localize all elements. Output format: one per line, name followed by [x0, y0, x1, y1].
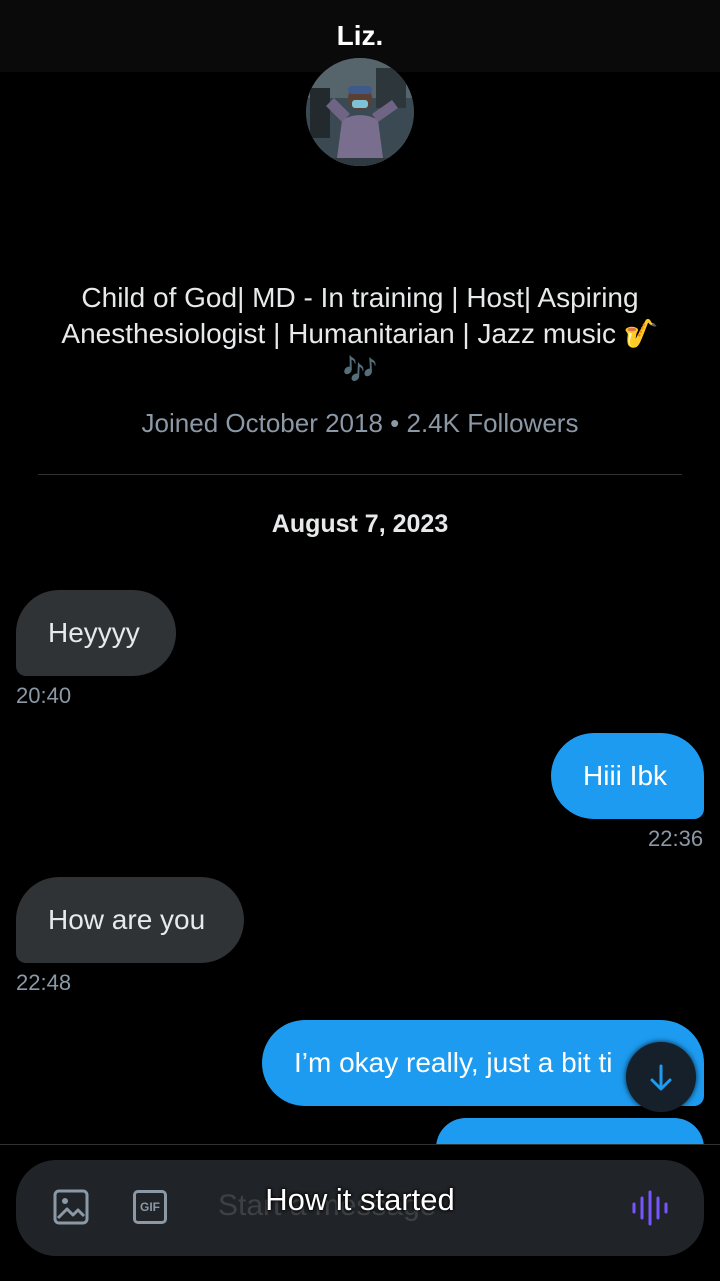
- profile-meta: Joined October 2018 • 2.4K Followers: [141, 408, 579, 438]
- message-bubble-incoming[interactable]: How are you: [16, 877, 244, 963]
- message-text: I’m okay really, just a bit ti: [294, 1047, 613, 1078]
- arrow-down-icon: [650, 1064, 672, 1091]
- bio-line-3: 🎶: [40, 352, 680, 388]
- music-notes-icon: 🎶: [342, 353, 378, 386]
- bio-line-1: Child of God| MD - In training | Host| A…: [81, 282, 639, 313]
- divider: [38, 474, 682, 475]
- message-timestamp: 20:40: [16, 683, 72, 708]
- avatar-photo: [306, 58, 414, 166]
- message-timestamp: 22:36: [648, 826, 704, 851]
- contact-name[interactable]: Liz.: [0, 20, 720, 52]
- message-text: Hiii Ibk: [583, 760, 668, 791]
- message-text: Heyyyy: [48, 617, 140, 648]
- saxophone-icon: 🎷: [623, 317, 659, 350]
- overlay-caption: How it started: [265, 1182, 455, 1217]
- message-text: How are you: [48, 904, 206, 935]
- message-bubble-outgoing[interactable]: Hiii Ibk: [551, 733, 704, 819]
- message-bubble-incoming[interactable]: Heyyyy: [16, 590, 176, 676]
- message-timestamp: 22:48: [16, 970, 72, 995]
- bio-line-2: Anesthesiologist | Humanitarian | Jazz m…: [40, 316, 680, 352]
- date-separator: August 7, 2023: [271, 510, 449, 538]
- bio-line-2-text: Anesthesiologist | Humanitarian | Jazz m…: [61, 318, 616, 349]
- profile-bio: Child of God| MD - In training | Host| A…: [40, 280, 680, 388]
- avatar[interactable]: [306, 58, 414, 166]
- scroll-to-bottom-button[interactable]: [626, 1042, 696, 1112]
